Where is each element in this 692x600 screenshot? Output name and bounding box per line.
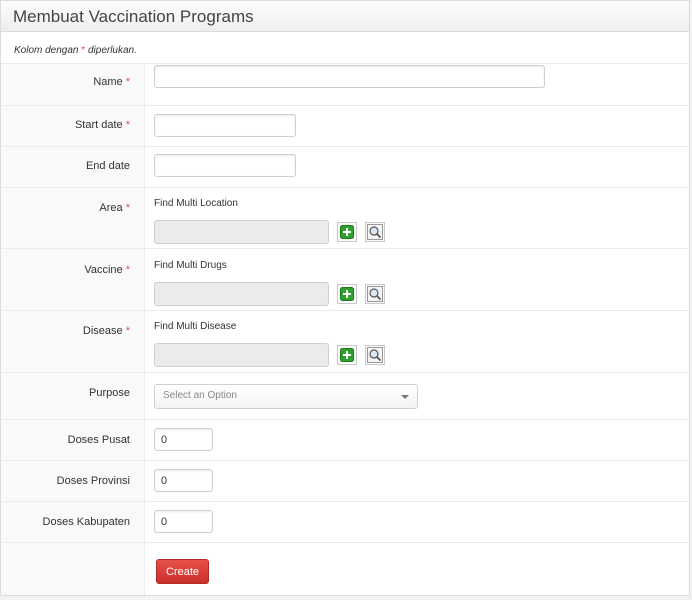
vaccine-finder-title: Find Multi Drugs bbox=[154, 260, 227, 271]
disease-add-button[interactable] bbox=[337, 345, 357, 365]
end-date-input[interactable] bbox=[154, 154, 296, 177]
row-vaccine: Vaccine * Find Multi Drugs bbox=[1, 248, 689, 310]
plus-square-icon bbox=[340, 225, 354, 239]
name-input[interactable] bbox=[154, 65, 545, 88]
area-search-button[interactable] bbox=[365, 222, 385, 242]
vaccine-label: Vaccine * bbox=[1, 249, 145, 310]
row-doses-provinsi: Doses Provinsi bbox=[1, 460, 689, 501]
row-doses-kabupaten: Doses Kabupaten bbox=[1, 501, 689, 542]
row-start-date: Start date * bbox=[1, 105, 689, 146]
row-name: Name * bbox=[1, 63, 689, 105]
name-label: Name * bbox=[1, 64, 145, 105]
row-area: Area * Find Multi Location bbox=[1, 187, 689, 248]
plus-square-icon bbox=[340, 287, 354, 301]
start-date-input[interactable] bbox=[154, 114, 296, 137]
page-title: Membuat Vaccination Programs bbox=[1, 1, 689, 32]
row-doses-pusat: Doses Pusat bbox=[1, 419, 689, 460]
vaccine-add-button[interactable] bbox=[337, 284, 357, 304]
plus-square-icon bbox=[340, 348, 354, 362]
doses-kabupaten-input[interactable] bbox=[154, 510, 213, 533]
row-purpose: Purpose Select an Option bbox=[1, 372, 689, 419]
end-date-label: End date bbox=[1, 147, 145, 187]
purpose-label: Purpose bbox=[1, 373, 145, 419]
magnifier-icon bbox=[367, 347, 383, 363]
row-actions: Create bbox=[1, 542, 689, 595]
magnifier-icon bbox=[367, 286, 383, 302]
row-end-date: End date bbox=[1, 146, 689, 187]
area-finder-title: Find Multi Location bbox=[154, 198, 238, 209]
magnifier-icon bbox=[367, 224, 383, 240]
doses-pusat-label: Doses Pusat bbox=[1, 420, 145, 460]
area-selection-box[interactable] bbox=[154, 220, 329, 244]
vaccine-selection-box[interactable] bbox=[154, 282, 329, 306]
doses-kabupaten-label: Doses Kabupaten bbox=[1, 502, 145, 542]
area-add-button[interactable] bbox=[337, 222, 357, 242]
doses-provinsi-label: Doses Provinsi bbox=[1, 461, 145, 501]
create-button[interactable]: Create bbox=[156, 559, 209, 584]
row-disease: Disease * Find Multi Disease bbox=[1, 310, 689, 372]
start-date-label: Start date * bbox=[1, 106, 145, 146]
required-note: Kolom dengan * diperlukan. bbox=[14, 45, 137, 56]
vaccine-search-button[interactable] bbox=[365, 284, 385, 304]
area-label: Area * bbox=[1, 188, 145, 248]
chevron-down-icon bbox=[401, 395, 409, 399]
purpose-select[interactable]: Select an Option bbox=[154, 384, 418, 409]
doses-pusat-input[interactable] bbox=[154, 428, 213, 451]
disease-selection-box[interactable] bbox=[154, 343, 329, 367]
disease-search-button[interactable] bbox=[365, 345, 385, 365]
disease-label: Disease * bbox=[1, 311, 145, 372]
doses-provinsi-input[interactable] bbox=[154, 469, 213, 492]
disease-finder-title: Find Multi Disease bbox=[154, 321, 237, 332]
form-panel: Membuat Vaccination Programs Kolom denga… bbox=[0, 0, 690, 596]
